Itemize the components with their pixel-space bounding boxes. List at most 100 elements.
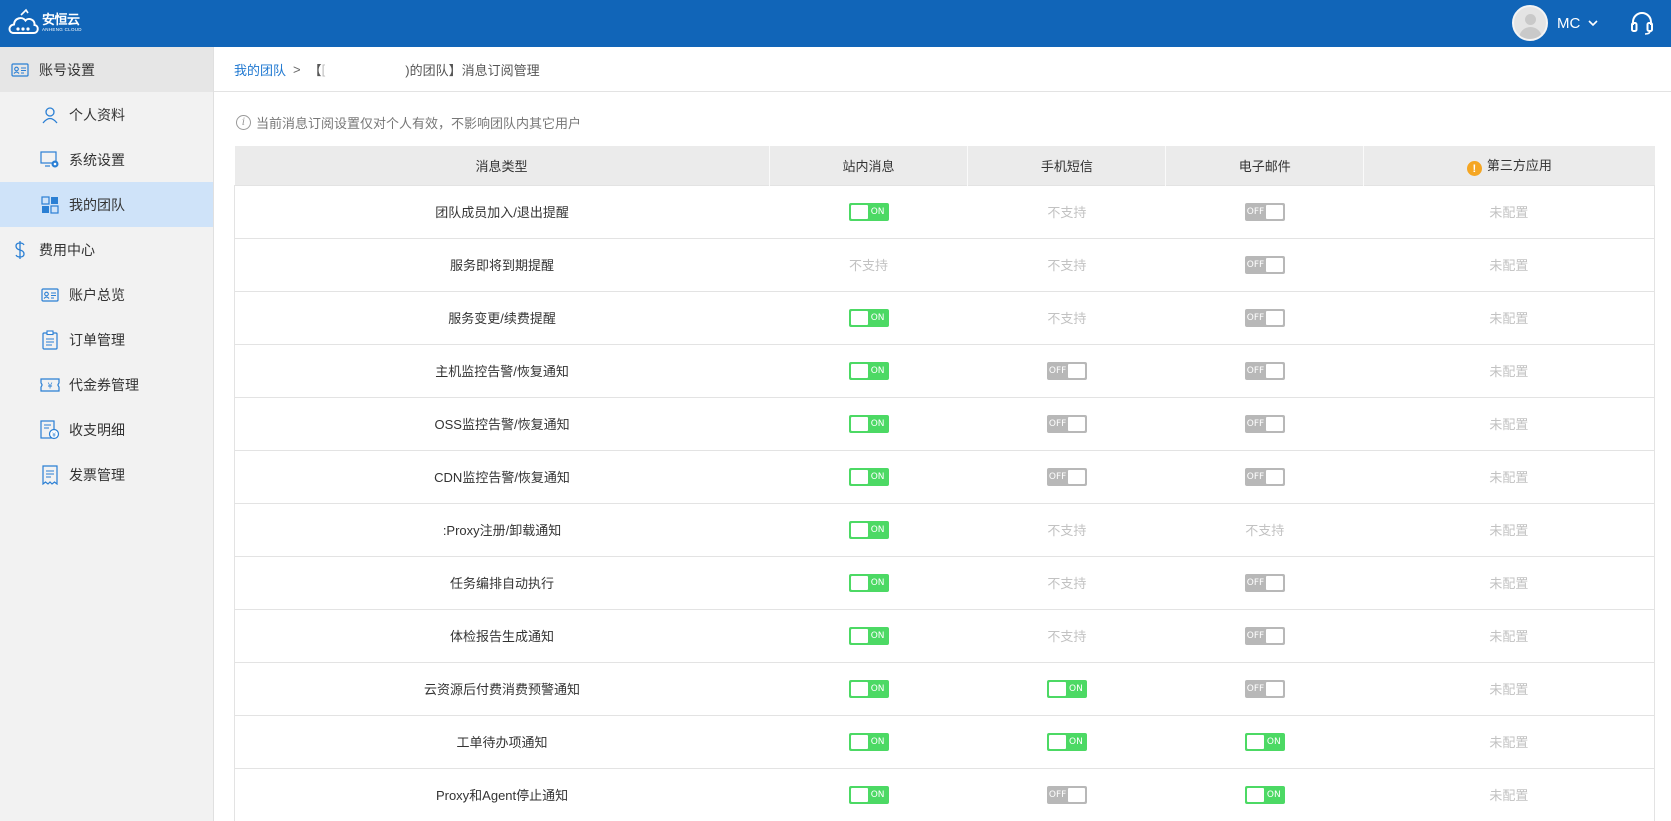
invoice-icon xyxy=(40,464,60,485)
email-toggle[interactable]: ON xyxy=(1244,732,1285,751)
warning-icon[interactable]: ! xyxy=(1466,161,1482,176)
site-message-toggle[interactable]: ON xyxy=(848,467,889,486)
clipboard-icon xyxy=(40,329,60,350)
site-message-toggle[interactable]: ON xyxy=(848,414,889,433)
email-toggle[interactable]: ON xyxy=(1244,785,1285,804)
table-row: 服务变更/续费提醒 ON 不支持 OFF 未配置 xyxy=(234,290,1655,344)
sidebar-item-label: 账号设置 xyxy=(39,61,95,78)
toggle-knob xyxy=(850,522,868,537)
sidebar-item-label: 订单管理 xyxy=(69,331,125,348)
toggle-state-label: ON xyxy=(870,683,885,694)
not-configured-text[interactable]: 未配置 xyxy=(1489,258,1528,273)
sidebar-item-transactions[interactable]: ¥ 收支明细 xyxy=(0,407,213,452)
header-site-message: 站内消息 xyxy=(769,146,969,185)
message-type-label: 工单待办项通知 xyxy=(456,735,548,750)
cell-third-party: 未配置 xyxy=(1363,608,1655,662)
id-card-icon xyxy=(40,285,60,305)
table-row: OSS监控告警/恢复通知 ON OFF OFF 未配置 xyxy=(234,396,1655,450)
sms-toggle[interactable]: ON xyxy=(1046,679,1087,698)
sidebar-item-profile[interactable]: 个人资料 xyxy=(0,92,213,137)
toggle-state-label: ON xyxy=(870,630,885,641)
cell-email: ON xyxy=(1165,714,1364,768)
not-configured-text[interactable]: 未配置 xyxy=(1489,470,1528,485)
sms-toggle[interactable]: OFF xyxy=(1046,361,1087,380)
toggle-knob xyxy=(1067,416,1085,431)
cell-message-type: 服务即将到期提醒 xyxy=(234,237,770,291)
sidebar-group-account-settings[interactable]: 账号设置 xyxy=(0,47,213,92)
site-message-toggle[interactable]: ON xyxy=(848,202,889,221)
sidebar-item-system-settings[interactable]: 系统设置 xyxy=(0,137,213,182)
not-configured-text[interactable]: 未配置 xyxy=(1489,682,1528,697)
cell-third-party: 未配置 xyxy=(1363,555,1655,609)
cell-message-type: OSS监控告警/恢复通知 xyxy=(234,396,770,450)
site-message-toggle[interactable]: ON xyxy=(848,520,889,539)
cell-third-party: 未配置 xyxy=(1363,661,1655,715)
sidebar-item-my-team[interactable]: 我的团队 xyxy=(0,182,213,227)
header-third-party: ! 第三方应用 xyxy=(1363,146,1655,185)
toggle-state-label: OFF xyxy=(1246,418,1265,429)
not-configured-text[interactable]: 未配置 xyxy=(1489,576,1528,591)
breadcrumb-current: )的团队】消息订阅管理 xyxy=(405,62,540,78)
toggle-state-label: OFF xyxy=(1246,312,1265,323)
user-menu[interactable]: MC xyxy=(1512,5,1598,41)
not-configured-text[interactable]: 未配置 xyxy=(1489,629,1528,644)
cell-site-message: 不支持 xyxy=(769,237,968,291)
not-configured-text[interactable]: 未配置 xyxy=(1489,364,1528,379)
cell-third-party: 未配置 xyxy=(1363,184,1655,238)
brand-logo[interactable]: 安恒云 ANHENG CLOUD xyxy=(6,6,86,40)
sidebar-group-billing[interactable]: 费用中心 xyxy=(0,227,213,272)
sidebar-item-orders[interactable]: 订单管理 xyxy=(0,317,213,362)
not-configured-text[interactable]: 未配置 xyxy=(1489,735,1528,750)
notice: i 当前消息订阅设置仅对个人有效，不影响团队内其它用户 xyxy=(236,113,581,132)
sms-toggle[interactable]: ON xyxy=(1046,732,1087,751)
breadcrumb-link-my-team[interactable]: 我的团队 xyxy=(234,60,286,79)
cell-email: OFF xyxy=(1165,237,1364,291)
email-toggle[interactable]: OFF xyxy=(1244,573,1285,592)
header-third-party-label: 第三方应用 xyxy=(1486,157,1552,173)
site-message-toggle[interactable]: ON xyxy=(848,785,889,804)
site-message-toggle[interactable]: ON xyxy=(848,679,889,698)
header-email: 电子邮件 xyxy=(1165,146,1365,185)
email-toggle[interactable]: OFF xyxy=(1244,626,1285,645)
toggle-knob xyxy=(1265,204,1283,219)
email-toggle[interactable]: OFF xyxy=(1244,202,1285,221)
sms-toggle[interactable]: OFF xyxy=(1046,467,1087,486)
email-toggle[interactable]: OFF xyxy=(1244,467,1285,486)
toggle-knob xyxy=(850,681,868,696)
not-configured-text[interactable]: 未配置 xyxy=(1489,311,1528,326)
toggle-state-label: ON xyxy=(870,524,885,535)
email-toggle[interactable]: OFF xyxy=(1244,414,1285,433)
sms-toggle[interactable]: OFF xyxy=(1046,414,1087,433)
cell-third-party: 未配置 xyxy=(1363,449,1655,503)
not-configured-text[interactable]: 未配置 xyxy=(1489,788,1528,803)
site-message-toggle[interactable]: ON xyxy=(848,361,889,380)
cell-site-message: ON xyxy=(769,767,968,821)
headset-icon[interactable] xyxy=(1629,11,1655,35)
email-toggle[interactable]: OFF xyxy=(1244,361,1285,380)
sidebar-item-invoices[interactable]: 发票管理 xyxy=(0,452,213,497)
sms-toggle[interactable]: OFF xyxy=(1046,785,1087,804)
email-toggle[interactable]: OFF xyxy=(1244,255,1285,274)
cell-site-message: ON xyxy=(769,449,968,503)
cell-site-message: ON xyxy=(769,714,968,768)
message-type-label: 团队成员加入/退出提醒 xyxy=(435,205,569,220)
not-configured-text[interactable]: 未配置 xyxy=(1489,523,1528,538)
cell-third-party: 未配置 xyxy=(1363,290,1655,344)
site-message-toggle[interactable]: ON xyxy=(848,573,889,592)
not-configured-text[interactable]: 未配置 xyxy=(1489,205,1528,220)
cell-email: OFF xyxy=(1165,449,1364,503)
not-supported-text: 不支持 xyxy=(1245,523,1285,538)
not-configured-text[interactable]: 未配置 xyxy=(1489,417,1528,432)
email-toggle[interactable]: OFF xyxy=(1244,679,1285,698)
cell-sms: ON xyxy=(967,714,1166,768)
message-type-label: :Proxy注册/卸载通知 xyxy=(442,523,562,538)
sidebar-item-vouchers[interactable]: ¥ 代金券管理 xyxy=(0,362,213,407)
cell-email: OFF xyxy=(1165,555,1364,609)
cell-email: OFF xyxy=(1165,290,1364,344)
email-toggle[interactable]: OFF xyxy=(1244,308,1285,327)
site-message-toggle[interactable]: ON xyxy=(848,308,889,327)
site-message-toggle[interactable]: ON xyxy=(848,626,889,645)
sidebar-item-account-overview[interactable]: 账户总览 xyxy=(0,272,213,317)
site-message-toggle[interactable]: ON xyxy=(848,732,889,751)
toggle-state-label: ON xyxy=(870,789,885,800)
